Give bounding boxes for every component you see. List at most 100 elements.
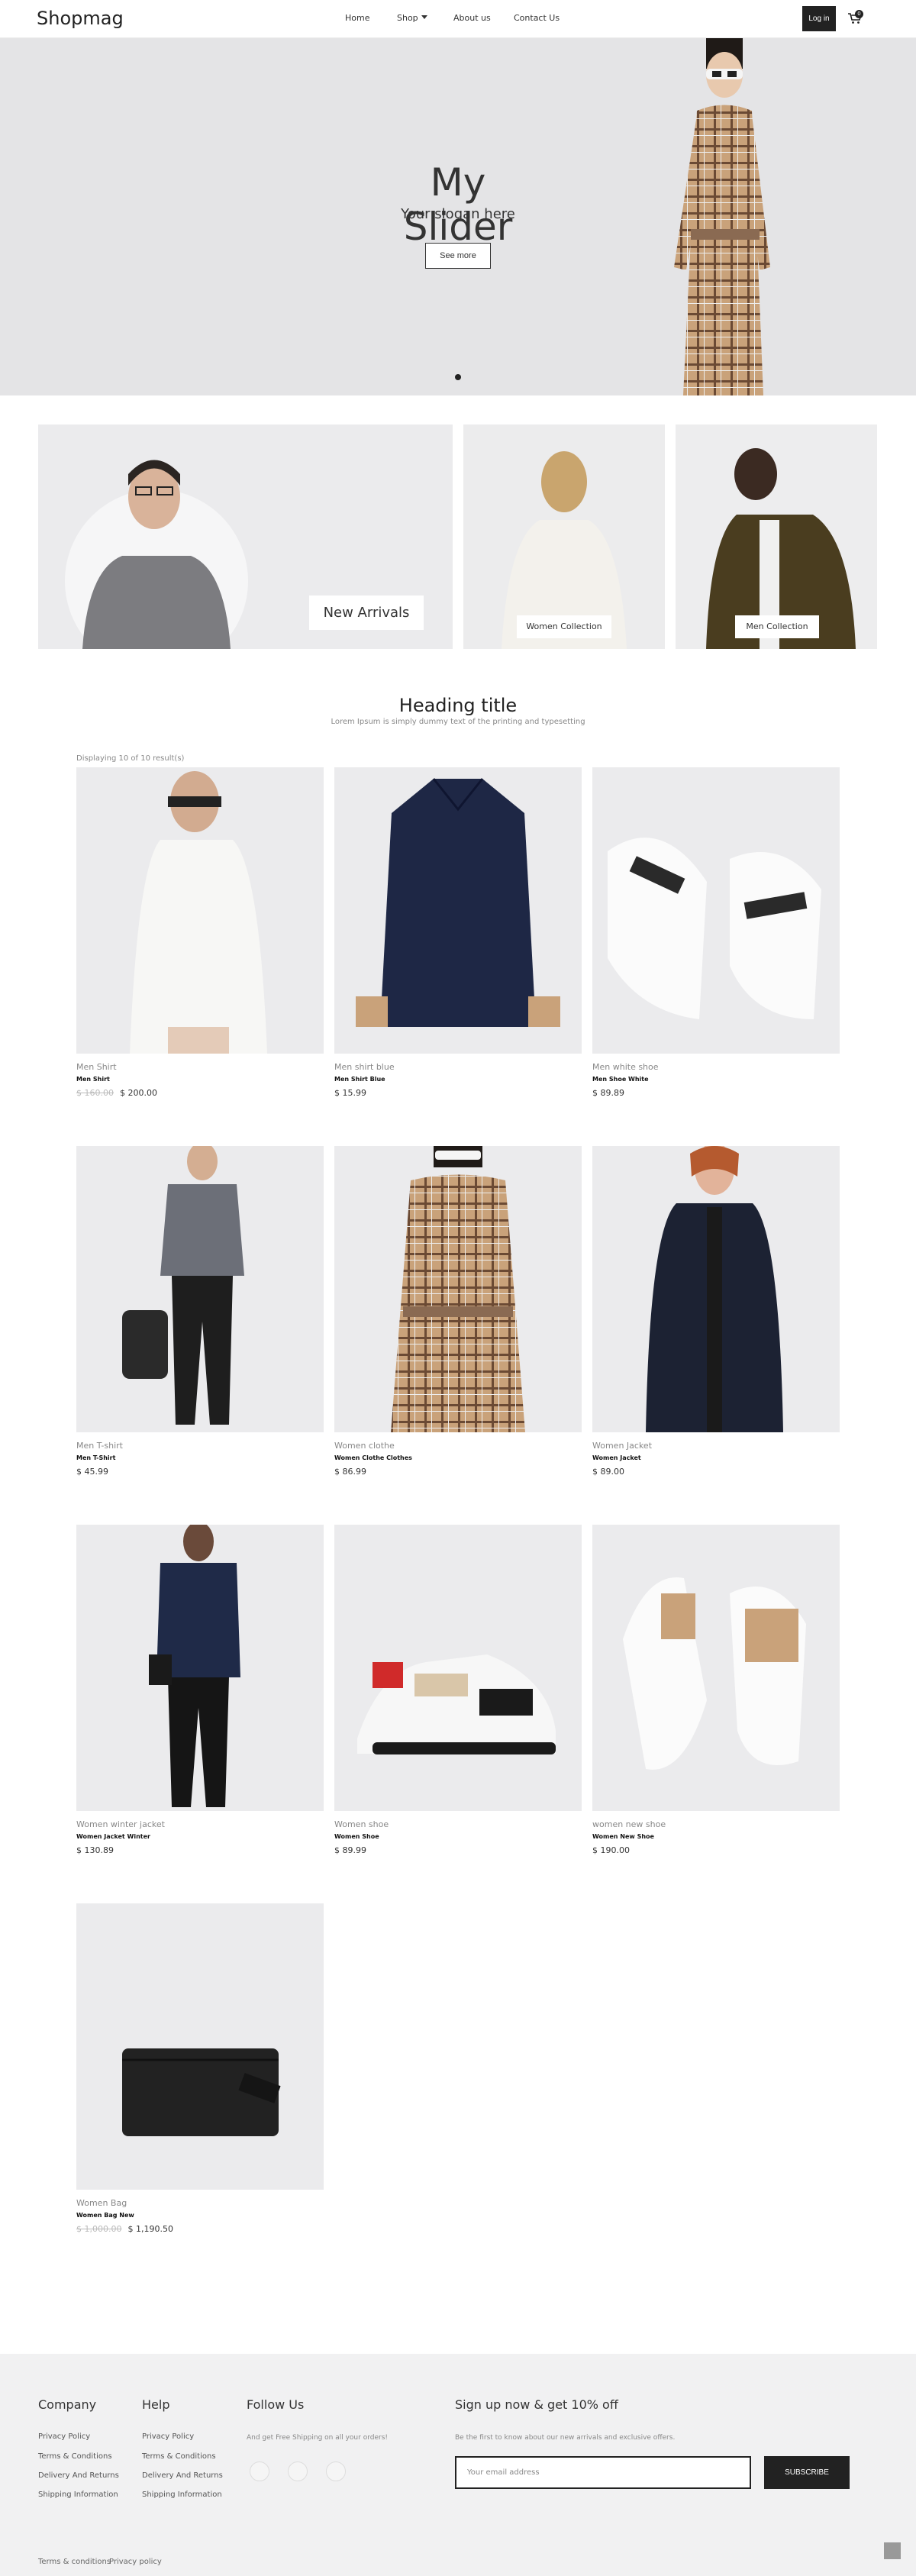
- product-prices: $ 15.99: [334, 1088, 366, 1098]
- nav-shop-label: Shop: [397, 13, 418, 23]
- footer-privacy-link[interactable]: Privacy policy: [109, 2558, 162, 2566]
- product-subtitle: Men Shirt: [76, 1076, 110, 1083]
- product-image[interactable]: [592, 1146, 840, 1432]
- product-card[interactable]: Men T-shirt Men T-Shirt $ 45.99: [76, 1146, 324, 1482]
- product-name[interactable]: Women clothe: [334, 1441, 395, 1451]
- product-name[interactable]: Men T-shirt: [76, 1441, 123, 1451]
- nav-shop[interactable]: Shop: [397, 13, 427, 23]
- product-name[interactable]: Women Jacket: [592, 1441, 652, 1451]
- product-prices: $ 45.99: [76, 1467, 108, 1477]
- product-old-price: $ 160.00: [76, 1088, 114, 1098]
- collection-new-arrivals[interactable]: New Arrivals: [38, 424, 453, 649]
- footer-help-link[interactable]: Shipping Information: [142, 2490, 222, 2499]
- twitter-icon[interactable]: [288, 2461, 308, 2481]
- new-arrivals-label: New Arrivals: [309, 596, 424, 630]
- product-card[interactable]: Women Bag Women Bag New $ 1,000.00 $ 1,19…: [76, 1903, 324, 2239]
- product-price: $ 86.99: [334, 1467, 366, 1477]
- hero-title: My Slider: [403, 160, 513, 249]
- product-prices: $ 86.99: [334, 1467, 366, 1477]
- product-subtitle: Women New Shoe: [592, 1833, 654, 1840]
- footer-company-title: Company: [38, 2397, 97, 2412]
- product-prices: $ 130.89: [76, 1845, 114, 1855]
- footer-company-link[interactable]: Delivery And Returns: [38, 2471, 119, 2480]
- product-prices: $ 1,000.00 $ 1,190.50: [76, 2224, 173, 2234]
- product-name[interactable]: Men white shoe: [592, 1062, 659, 1072]
- nav-home[interactable]: Home: [345, 13, 369, 23]
- product-name[interactable]: women new shoe: [592, 1819, 666, 1829]
- collection-men[interactable]: Men Collection: [676, 424, 877, 649]
- footer-help-link[interactable]: Delivery And Returns: [142, 2471, 223, 2480]
- product-card[interactable]: Women winter jacket Women Jacket Winter …: [76, 1525, 324, 1861]
- product-image[interactable]: [334, 767, 582, 1054]
- product-prices: $ 89.99: [334, 1845, 366, 1855]
- product-prices: $ 190.00: [592, 1845, 630, 1855]
- footer-terms-link[interactable]: Terms & conditions: [38, 2558, 111, 2566]
- collection-women[interactable]: Women Collection: [463, 424, 665, 649]
- men-collection-label: Men Collection: [735, 615, 819, 638]
- see-more-button[interactable]: See more: [425, 243, 491, 269]
- product-card[interactable]: Women clothe Women Clothe Clothes $ 86.9…: [334, 1146, 582, 1482]
- login-button[interactable]: Log in: [802, 6, 836, 31]
- nav-about[interactable]: About us: [453, 13, 491, 23]
- product-image[interactable]: [592, 1525, 840, 1811]
- product-price: $ 15.99: [334, 1088, 366, 1098]
- footer-help-link[interactable]: Terms & Conditions: [142, 2452, 216, 2461]
- site-header: Shopmag Home Shop About us Contact Us Lo…: [0, 0, 916, 38]
- instagram-icon[interactable]: [326, 2461, 346, 2481]
- product-card[interactable]: women new shoe Women New Shoe $ 190.00: [592, 1525, 840, 1861]
- product-image[interactable]: [76, 1525, 324, 1811]
- product-image[interactable]: [76, 1903, 324, 2190]
- footer-help-link[interactable]: Privacy Policy: [142, 2432, 194, 2441]
- chevron-down-icon: [421, 15, 427, 19]
- email-field[interactable]: [455, 2456, 751, 2489]
- product-subtitle: Women Clothe Clothes: [334, 1454, 412, 1461]
- footer-follow-text: And get Free Shipping on all your orders…: [247, 2434, 388, 2442]
- product-image[interactable]: [76, 767, 324, 1054]
- product-subtitle: Women Bag New: [76, 2212, 134, 2219]
- product-card[interactable]: Women Jacket Women Jacket $ 89.00: [592, 1146, 840, 1482]
- product-price: $ 89.00: [592, 1467, 624, 1477]
- product-price: $ 200.00: [119, 1088, 157, 1098]
- product-name[interactable]: Men Shirt: [76, 1062, 117, 1072]
- product-image[interactable]: [334, 1146, 582, 1432]
- product-image[interactable]: [334, 1525, 582, 1811]
- product-price: $ 45.99: [76, 1467, 108, 1477]
- hero-model-image: [674, 38, 770, 395]
- hero-slider: My Slider Your slogan here See more: [0, 38, 916, 395]
- product-name[interactable]: Men shirt blue: [334, 1062, 395, 1072]
- product-name[interactable]: Women shoe: [334, 1819, 389, 1829]
- product-subtitle: Women Jacket: [592, 1454, 641, 1461]
- product-subtitle: Men Shoe White: [592, 1076, 649, 1083]
- nav-contact[interactable]: Contact Us: [514, 13, 560, 23]
- facebook-icon[interactable]: [250, 2461, 269, 2481]
- footer-company-link[interactable]: Privacy Policy: [38, 2432, 90, 2441]
- product-subtitle: Women Shoe: [334, 1833, 379, 1840]
- product-subtitle: Men T-Shirt: [76, 1454, 116, 1461]
- product-image[interactable]: [592, 767, 840, 1054]
- footer-company-link[interactable]: Terms & Conditions: [38, 2452, 112, 2461]
- footer-company-link[interactable]: Shipping Information: [38, 2490, 118, 2499]
- slider-dot[interactable]: [455, 374, 461, 380]
- product-prices: $ 160.00 $ 200.00: [76, 1088, 157, 1098]
- women-collection-label: Women Collection: [517, 615, 611, 638]
- product-price: $ 190.00: [592, 1845, 630, 1855]
- product-card[interactable]: Women shoe Women Shoe $ 89.99: [334, 1525, 582, 1861]
- product-subtitle: Men Shirt Blue: [334, 1076, 385, 1083]
- product-image[interactable]: [76, 1146, 324, 1432]
- product-old-price: $ 1,000.00: [76, 2224, 122, 2234]
- product-price: $ 130.89: [76, 1845, 114, 1855]
- product-name[interactable]: Women Bag: [76, 2198, 127, 2208]
- product-price: $ 1,190.50: [127, 2224, 173, 2234]
- scroll-top-button[interactable]: [884, 2542, 901, 2559]
- cart-count-badge: 0: [855, 10, 863, 18]
- signup-title: Sign up now & get 10% off: [455, 2397, 618, 2412]
- product-price: $ 89.89: [592, 1088, 624, 1098]
- product-card[interactable]: Men shirt blue Men Shirt Blue $ 15.99: [334, 767, 582, 1103]
- product-card[interactable]: Men white shoe Men Shoe White $ 89.89: [592, 767, 840, 1103]
- footer-help-title: Help: [142, 2397, 170, 2412]
- site-logo[interactable]: Shopmag: [37, 8, 124, 29]
- hero-slogan: Your slogan here: [401, 206, 515, 222]
- subscribe-button[interactable]: SUBSCRIBE: [764, 2456, 850, 2489]
- product-name[interactable]: Women winter jacket: [76, 1819, 165, 1829]
- product-card[interactable]: Men Shirt Men Shirt $ 160.00 $ 200.00: [76, 767, 324, 1103]
